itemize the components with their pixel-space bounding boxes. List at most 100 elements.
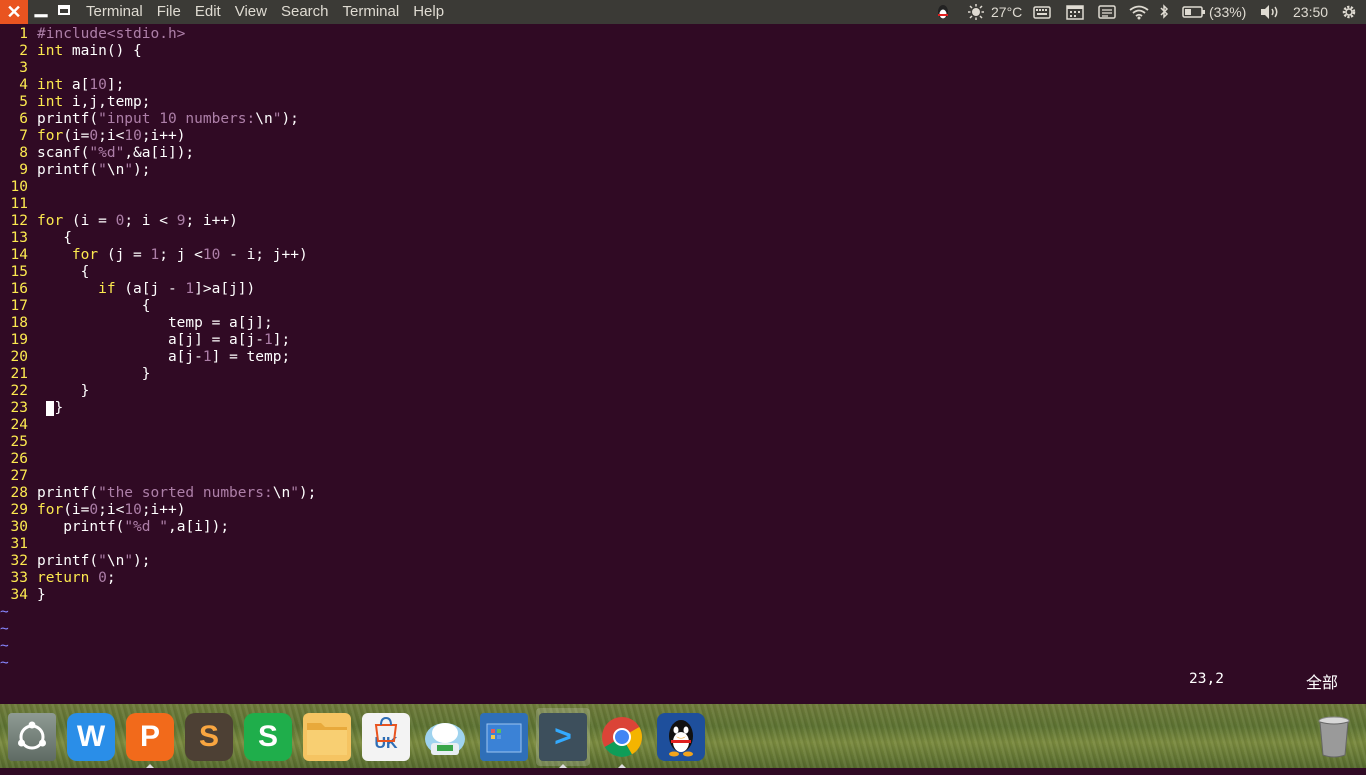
code-text[interactable]: } <box>37 383 90 400</box>
editor-line[interactable]: 31 <box>0 536 28 553</box>
weather-sun-icon[interactable] <box>965 0 987 24</box>
sublime-text-icon[interactable]: S <box>185 713 233 761</box>
editor-line[interactable]: 10 <box>0 179 28 196</box>
menu-terminal[interactable]: Terminal <box>343 0 400 24</box>
editor-line[interactable]: 1 #include<stdio.h> <box>0 26 185 43</box>
weather-temperature[interactable]: 27°C <box>991 0 1022 24</box>
battery-icon[interactable] <box>1182 0 1206 24</box>
editor-line[interactable]: 18 temp = a[j]; <box>0 315 273 332</box>
code-text[interactable]: printf("%d ",a[i]); <box>37 519 229 536</box>
code-text[interactable]: int main() { <box>37 43 142 60</box>
editor-line[interactable]: 23 } <box>0 400 64 417</box>
code-text[interactable]: int a[10]; <box>37 77 124 94</box>
menu-app-terminal[interactable]: Terminal <box>86 0 143 24</box>
editor-line[interactable]: 33 return 0; <box>0 570 116 587</box>
code-text[interactable]: { <box>37 264 90 281</box>
editor-line[interactable]: 11 <box>0 196 28 213</box>
editor-line[interactable]: 22 } <box>0 383 90 400</box>
editor-line[interactable]: 32 printf("\n"); <box>0 553 151 570</box>
ubuntu-software-uk-icon[interactable]: UK <box>362 713 410 761</box>
terminal-window[interactable]: 1 #include<stdio.h> 2 int main() {3 4 int a[1… <box>0 24 1366 704</box>
battery-percentage[interactable]: (33%) <box>1209 0 1246 24</box>
chrome-browser-icon[interactable] <box>598 713 646 761</box>
code-text[interactable]: for(i=0;i<10;i++) <box>37 502 185 519</box>
editor-line[interactable]: 3 <box>0 60 28 77</box>
code-text[interactable]: scanf("%d",&a[i]); <box>37 145 194 162</box>
editor-line[interactable]: 7 for(i=0;i<10;i++) <box>0 128 185 145</box>
editor-line[interactable]: 25 <box>0 434 28 451</box>
input-method-icon[interactable] <box>1098 0 1116 24</box>
editor-line[interactable]: 12 for (i = 0; i < 9; i++) <box>0 213 238 230</box>
line-number: 5 <box>19 94 28 110</box>
editor-line[interactable]: 4 int a[10]; <box>0 77 124 94</box>
screenshot-app-icon[interactable] <box>421 713 469 761</box>
editor-line[interactable]: 16 if (a[j - 1]>a[j]) <box>0 281 256 298</box>
menu-view[interactable]: View <box>235 0 267 24</box>
files-folder-icon[interactable] <box>303 713 351 761</box>
editor-line[interactable]: 28 printf("the sorted numbers:\n"); <box>0 485 317 502</box>
code-text[interactable]: int i,j,temp; <box>37 94 151 111</box>
editor-line[interactable]: 26 <box>0 451 28 468</box>
code-text[interactable]: { <box>37 230 72 247</box>
minimize-window-button[interactable]: ▁ <box>30 0 52 24</box>
editor-line[interactable]: 5 int i,j,temp; <box>0 94 150 111</box>
code-text[interactable]: for (j = 1; j <10 - i; j++) <box>37 247 308 264</box>
wifi-icon[interactable] <box>1128 0 1150 24</box>
dash-home-icon[interactable] <box>8 713 56 761</box>
qq-penguin-icon[interactable] <box>657 713 705 761</box>
calendar-indicator-icon[interactable] <box>1066 0 1084 24</box>
code-text[interactable]: a[j] = a[j-1]; <box>37 332 290 349</box>
editor-line[interactable]: 20 a[j-1] = temp; <box>0 349 291 366</box>
editor-line[interactable]: 29 for(i=0;i<10;i++) <box>0 502 186 519</box>
code-text[interactable]: printf("the sorted numbers:\n"); <box>37 485 316 502</box>
editor-line[interactable]: 21 } <box>0 366 151 383</box>
line-number: 27 <box>10 468 28 484</box>
editor-line[interactable]: 6 printf("input 10 numbers:\n"); <box>0 111 299 128</box>
code-text[interactable]: if (a[j - 1]>a[j]) <box>37 281 255 298</box>
clock[interactable]: 23:50 <box>1293 0 1328 24</box>
menu-edit[interactable]: Edit <box>195 0 221 24</box>
editor-line[interactable]: 8 scanf("%d",&a[i]); <box>0 145 194 162</box>
bluetooth-icon[interactable] <box>1158 0 1170 24</box>
close-window-button[interactable]: ✕ <box>0 0 28 24</box>
editor-line[interactable]: 17 { <box>0 298 151 315</box>
terminal-icon[interactable]: > <box>539 713 587 761</box>
editor-line[interactable]: 15 { <box>0 264 90 281</box>
editor-line[interactable]: 30 printf("%d ",a[i]); <box>0 519 230 536</box>
launcher-dock: W P S S UK > <box>0 704 1366 768</box>
editor-line[interactable]: 9 printf("\n"); <box>0 162 150 179</box>
editor-line[interactable]: 24 <box>0 417 28 434</box>
code-text[interactable]: } <box>37 587 46 604</box>
qq-tray-icon[interactable] <box>934 0 952 24</box>
keyboard-indicator-icon[interactable] <box>1033 0 1051 24</box>
menu-help[interactable]: Help <box>413 0 444 24</box>
code-text[interactable]: printf("\n"); <box>37 553 151 570</box>
volume-icon[interactable] <box>1259 0 1281 24</box>
code-text[interactable]: printf("\n"); <box>37 162 151 179</box>
editor-line[interactable]: 2 int main() { <box>0 43 142 60</box>
code-text[interactable]: for (i = 0; i < 9; i++) <box>37 213 238 230</box>
editor-line[interactable]: 14 for (j = 1; j <10 - i; j++) <box>0 247 308 264</box>
code-text[interactable]: a[j-1] = temp; <box>37 349 290 366</box>
workspace-switcher-icon[interactable] <box>480 713 528 761</box>
code-text[interactable]: } <box>37 366 151 383</box>
code-text[interactable]: temp = a[j]; <box>37 315 273 332</box>
wps-spreadsheets-icon[interactable]: S <box>244 713 292 761</box>
menu-file[interactable]: File <box>157 0 181 24</box>
wps-presentation-icon[interactable]: P <box>126 713 174 761</box>
editor-line[interactable]: 19 a[j] = a[j-1]; <box>0 332 291 349</box>
editor-line[interactable]: 27 <box>0 468 28 485</box>
menu-search[interactable]: Search <box>281 0 329 24</box>
maximize-window-button[interactable] <box>54 0 76 24</box>
code-text[interactable]: for(i=0;i<10;i++) <box>37 128 185 145</box>
line-number: 23 <box>10 400 28 416</box>
editor-line[interactable]: 34} <box>0 587 46 604</box>
wps-writer-icon[interactable]: W <box>67 713 115 761</box>
code-text[interactable]: printf("input 10 numbers:\n"); <box>37 111 299 128</box>
code-text[interactable]: return 0; <box>37 570 116 587</box>
trash-icon[interactable] <box>1310 713 1358 761</box>
code-text[interactable]: { <box>37 298 151 315</box>
gear-icon[interactable] <box>1340 0 1358 24</box>
code-text[interactable]: #include<stdio.h> <box>37 26 185 43</box>
editor-line[interactable]: 13 { <box>0 230 72 247</box>
